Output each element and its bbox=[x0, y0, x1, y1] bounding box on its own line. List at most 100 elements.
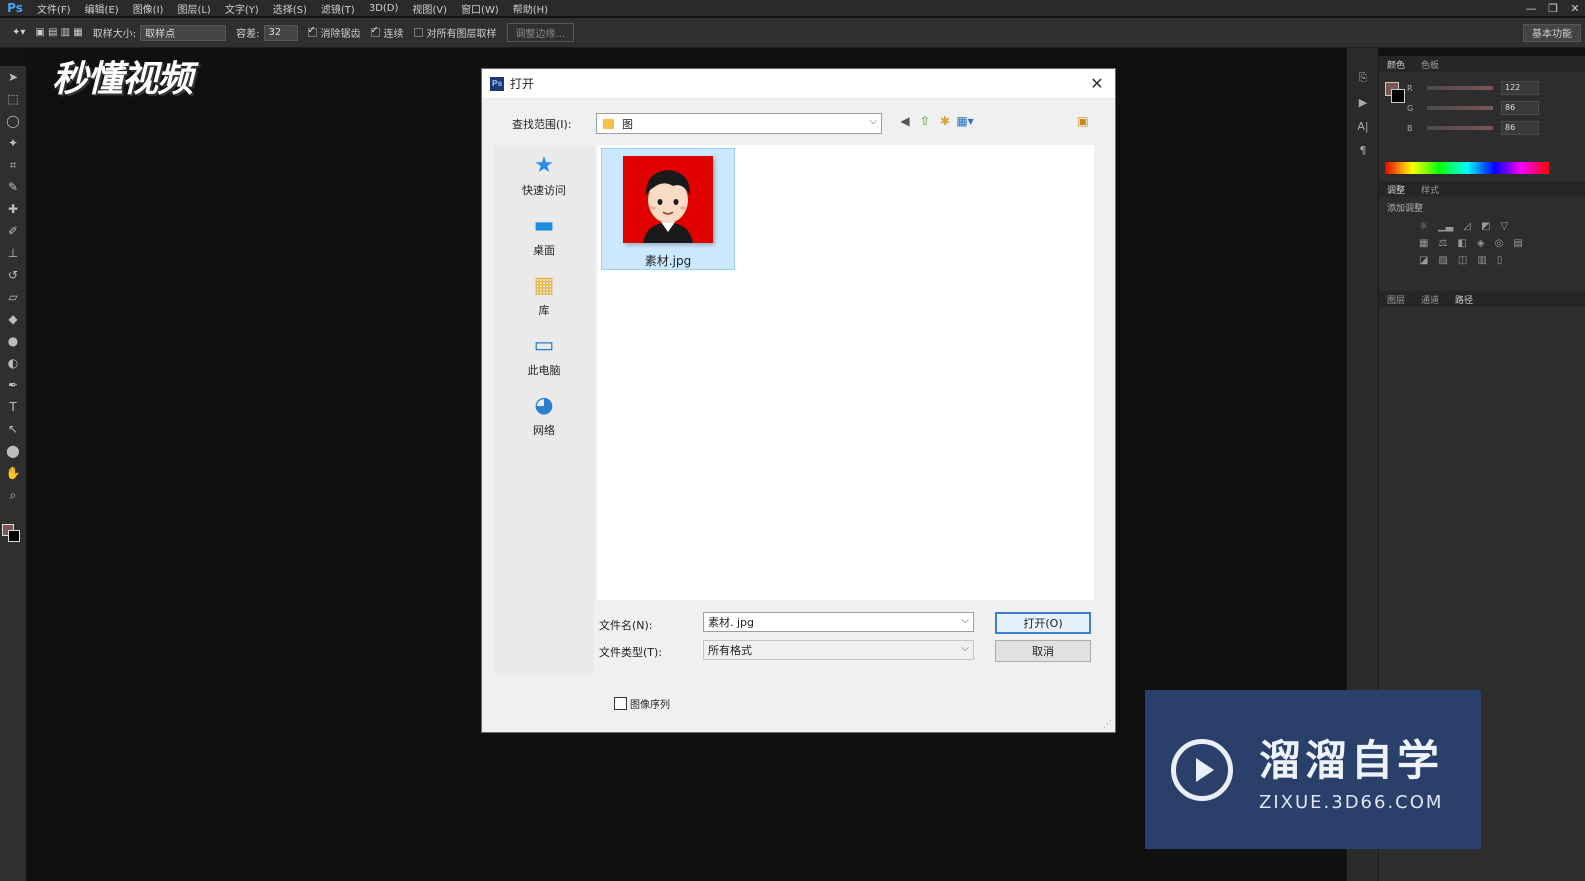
menu-image[interactable]: 图像(I) bbox=[126, 1, 171, 16]
stamp-tool-icon[interactable]: ⊥ bbox=[0, 242, 26, 264]
menu-filter[interactable]: 滤镜(T) bbox=[314, 1, 362, 16]
sample-all-checkbox[interactable] bbox=[413, 28, 423, 37]
place-quick-access[interactable]: ★ 快速访问 bbox=[494, 145, 594, 205]
menu-file[interactable]: 文件(F) bbox=[30, 1, 78, 16]
menu-window[interactable]: 窗口(W) bbox=[454, 1, 506, 16]
eraser-tool-icon[interactable]: ▱ bbox=[0, 286, 26, 308]
back-icon[interactable]: ◀ bbox=[898, 114, 912, 128]
hue-icon[interactable]: ▦ bbox=[1419, 238, 1428, 249]
balance-icon[interactable]: ⚖ bbox=[1438, 238, 1447, 249]
restore-icon[interactable]: ❐ bbox=[1547, 2, 1559, 15]
preview-toggle-icon[interactable]: ▣ bbox=[1075, 114, 1091, 128]
exposure-icon[interactable]: ◩ bbox=[1481, 221, 1490, 232]
menu-select[interactable]: 选择(S) bbox=[266, 1, 314, 16]
tab-styles[interactable]: 样式 bbox=[1413, 183, 1447, 196]
gradient-map-icon[interactable]: ▥ bbox=[1477, 255, 1486, 266]
refine-edge-button[interactable]: 调整边缘... bbox=[506, 23, 575, 42]
close-icon[interactable]: ✕ bbox=[1569, 2, 1581, 15]
menu-help[interactable]: 帮助(H) bbox=[506, 1, 555, 16]
type-tool-icon[interactable]: T bbox=[0, 396, 26, 418]
menu-view[interactable]: 视图(V) bbox=[405, 1, 454, 16]
mixer-icon[interactable]: ◎ bbox=[1495, 238, 1504, 249]
tab-adjustments[interactable]: 调整 bbox=[1379, 183, 1413, 196]
shape-tool-icon[interactable]: ⬤ bbox=[0, 440, 26, 462]
cancel-button[interactable]: 取消 bbox=[995, 640, 1091, 662]
view-menu-icon[interactable]: ▦▾ bbox=[956, 114, 973, 128]
tab-paths[interactable]: 路径 bbox=[1447, 293, 1481, 306]
photo-filter-icon[interactable]: ◈ bbox=[1477, 238, 1485, 249]
r-slider[interactable] bbox=[1427, 86, 1493, 90]
path-select-icon[interactable]: ↖ bbox=[0, 418, 26, 440]
zoom-tool-icon[interactable]: ⌕ bbox=[0, 484, 26, 506]
dialog-close-icon[interactable]: ✕ bbox=[1087, 73, 1107, 93]
b-value-input[interactable]: 86 bbox=[1501, 121, 1539, 135]
hand-tool-icon[interactable]: ✋ bbox=[0, 462, 26, 484]
workspace-switcher[interactable]: 基本功能 bbox=[1523, 23, 1581, 42]
selective-color-icon[interactable]: ▯ bbox=[1497, 255, 1503, 266]
eyedropper-tool-icon[interactable]: ✎ bbox=[0, 176, 26, 198]
menu-3d[interactable]: 3D(D) bbox=[362, 3, 406, 14]
menu-type[interactable]: 文字(Y) bbox=[218, 1, 266, 16]
actions-panel-icon[interactable]: ▶ bbox=[1347, 90, 1379, 114]
tab-layers[interactable]: 图层 bbox=[1379, 293, 1413, 306]
tab-channels[interactable]: 通道 bbox=[1413, 293, 1447, 306]
panel-background-swatch[interactable] bbox=[1391, 89, 1405, 103]
crop-tool-icon[interactable]: ⌗ bbox=[0, 154, 26, 176]
blur-tool-icon[interactable]: ● bbox=[0, 330, 26, 352]
healing-brush-icon[interactable]: ✚ bbox=[0, 198, 26, 220]
posterize-icon[interactable]: ▨ bbox=[1438, 255, 1447, 266]
bw-icon[interactable]: ◧ bbox=[1457, 238, 1466, 249]
lasso-tool-icon[interactable]: ◯ bbox=[0, 110, 26, 132]
brush-tool-icon[interactable]: ✐ bbox=[0, 220, 26, 242]
antialias-checkbox[interactable] bbox=[307, 25, 317, 37]
filename-input[interactable]: 素材. jpg ⌵ bbox=[703, 612, 974, 632]
history-panel-icon[interactable]: ⎘ bbox=[1347, 66, 1379, 90]
r-value-input[interactable]: 122 bbox=[1501, 81, 1539, 95]
pen-tool-icon[interactable]: ✒ bbox=[0, 374, 26, 396]
place-desktop[interactable]: ▬ 桌面 bbox=[494, 205, 594, 265]
background-color-swatch[interactable] bbox=[8, 530, 20, 542]
place-libraries[interactable]: ▦ 库 bbox=[494, 265, 594, 325]
antialias-option[interactable]: 消除锯齿 bbox=[307, 25, 361, 40]
menu-edit[interactable]: 编辑(E) bbox=[78, 1, 126, 16]
file-item-selected[interactable]: 素材.jpg bbox=[601, 148, 735, 270]
sample-size-select[interactable]: 取样点 bbox=[140, 24, 227, 41]
history-brush-icon[interactable]: ↺ bbox=[0, 264, 26, 286]
b-slider[interactable] bbox=[1427, 126, 1493, 130]
marquee-tool-icon[interactable]: ⬚ bbox=[0, 88, 26, 110]
lookup-icon[interactable]: ▤ bbox=[1513, 238, 1522, 249]
g-value-input[interactable]: 86 bbox=[1501, 101, 1539, 115]
minimize-icon[interactable]: — bbox=[1525, 2, 1537, 15]
filetype-select[interactable]: 所有格式 ⌵ bbox=[703, 640, 974, 660]
color-spectrum-bar[interactable] bbox=[1385, 162, 1549, 174]
tab-swatches[interactable]: 色板 bbox=[1413, 58, 1447, 71]
move-tool-icon[interactable]: ➤ bbox=[0, 66, 26, 88]
image-sequence-checkbox[interactable] bbox=[614, 697, 627, 710]
contiguous-option[interactable]: 连续 bbox=[370, 25, 404, 40]
paint-bucket-icon[interactable]: ◆ bbox=[0, 308, 26, 330]
dialog-titlebar[interactable]: Ps 打开 bbox=[482, 69, 1115, 99]
look-in-select[interactable]: 图 ⌵ bbox=[596, 113, 882, 134]
sample-all-option[interactable]: 对所有图层取样 bbox=[413, 25, 497, 40]
vibrance-icon[interactable]: ▽ bbox=[1501, 221, 1509, 232]
g-slider[interactable] bbox=[1427, 106, 1493, 110]
open-button[interactable]: 打开(O) bbox=[995, 612, 1091, 634]
new-folder-icon[interactable]: ✱ bbox=[938, 114, 952, 128]
threshold-icon[interactable]: ◫ bbox=[1458, 255, 1467, 266]
brightness-icon[interactable]: ☼ bbox=[1419, 221, 1428, 232]
contiguous-checkbox[interactable] bbox=[370, 25, 380, 37]
levels-icon[interactable]: ▁▃ bbox=[1438, 221, 1453, 232]
selection-mode-icons[interactable]: ▣ ▤ ▥ ▦ bbox=[35, 27, 82, 38]
chevron-down-icon[interactable]: ⌵ bbox=[961, 615, 969, 626]
magic-wand-tool-icon[interactable]: ✦▾ bbox=[12, 27, 25, 38]
resize-grip-icon[interactable]: ⋰ bbox=[1103, 720, 1113, 730]
character-panel-icon[interactable]: A| bbox=[1347, 114, 1379, 138]
up-folder-icon[interactable]: ⇧ bbox=[918, 114, 932, 128]
tab-color[interactable]: 颜色 bbox=[1379, 58, 1413, 71]
image-sequence-option[interactable]: 图像序列 bbox=[614, 696, 670, 711]
magic-wand-icon[interactable]: ✦ bbox=[0, 132, 26, 154]
curves-icon[interactable]: ◿ bbox=[1463, 221, 1471, 232]
dodge-tool-icon[interactable]: ◐ bbox=[0, 352, 26, 374]
place-this-pc[interactable]: ▭ 此电脑 bbox=[494, 325, 594, 385]
paragraph-panel-icon[interactable]: ¶ bbox=[1347, 138, 1379, 162]
